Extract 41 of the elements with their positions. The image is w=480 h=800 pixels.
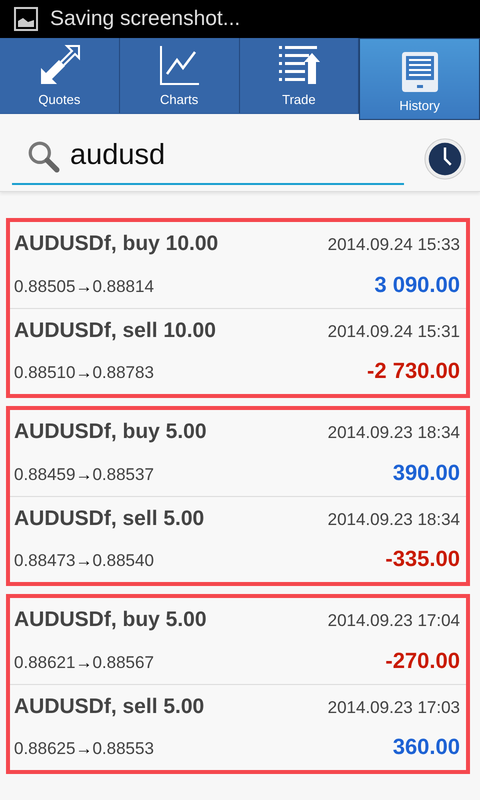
deal-row[interactable]: AUDUSDf, buy 10.00 2014.09.24 15:33 0.88505→0.88814 3 090.00 (10, 222, 466, 308)
tab[interactable]: Trade (240, 38, 360, 113)
deal-row[interactable]: AUDUSDf, sell 5.00 2014.09.23 18:34 0.88473→0.88540 -335.00 (10, 496, 466, 582)
profit-value: 3 090.00 (374, 272, 460, 298)
deal-title: AUDUSDf, sell 10.00 (14, 318, 216, 343)
deal-title: AUDUSDf, sell 5.00 (14, 694, 204, 719)
deal-time: 2014.09.24 15:31 (328, 322, 460, 342)
price-change: 0.88621→0.88567 (14, 653, 154, 673)
deal-title: AUDUSDf, buy 10.00 (14, 232, 218, 256)
deal-row[interactable]: AUDUSDf, sell 10.00 2014.09.24 15:31 0.88510→0.88783 -2 730.00 (10, 308, 466, 394)
profit-value: 390.00 (392, 460, 460, 486)
deal-title: AUDUSDf, buy 5.00 (14, 608, 207, 632)
deal-row[interactable]: AUDUSDf, buy 5.00 2014.09.23 17:04 0.88621→0.88567 -270.00 (10, 598, 466, 684)
line-chart-icon (157, 44, 202, 88)
deal-time: 2014.09.23 17:03 (328, 698, 460, 718)
deal-time: 2014.09.24 15:33 (328, 235, 460, 255)
notification-text: Saving screenshot... (50, 7, 240, 31)
tab[interactable]: Quotes (0, 38, 120, 113)
search-input[interactable]: audusd (68, 138, 322, 173)
tab[interactable]: Charts (120, 38, 240, 113)
profit-value: 360.00 (392, 734, 460, 760)
price-change: 0.88473→0.88540 (14, 551, 154, 572)
deal-time: 2014.09.23 17:04 (328, 611, 460, 631)
profit-value: -270.00 (385, 648, 460, 674)
clock-icon[interactable] (424, 138, 466, 180)
search-field[interactable]: audusd (12, 132, 404, 184)
deal-row[interactable]: AUDUSDf, buy 5.00 2014.09.23 18:34 0.88459→0.88537 390.00 (10, 410, 466, 496)
profit-value: -335.00 (385, 546, 460, 572)
search-icon (26, 138, 60, 172)
image-icon (14, 7, 38, 31)
deal-row[interactable]: AUDUSDf, sell 5.00 2014.09.23 17:03 0.88625→0.88553 360.00 (10, 684, 466, 770)
deal-time: 2014.09.23 18:34 (328, 510, 460, 530)
tab[interactable]: History (359, 38, 480, 120)
deal-title: AUDUSDf, sell 5.00 (14, 506, 204, 531)
price-change: 0.88625→0.88553 (14, 739, 154, 760)
price-change: 0.88505→0.88814 (14, 277, 154, 297)
deal-time: 2014.09.23 18:34 (328, 423, 460, 443)
profit-value: -2 730.00 (367, 358, 460, 384)
price-change: 0.88459→0.88537 (14, 465, 154, 485)
price-change: 0.88510→0.88783 (14, 363, 154, 384)
deal-title: AUDUSDf, buy 5.00 (14, 420, 207, 444)
